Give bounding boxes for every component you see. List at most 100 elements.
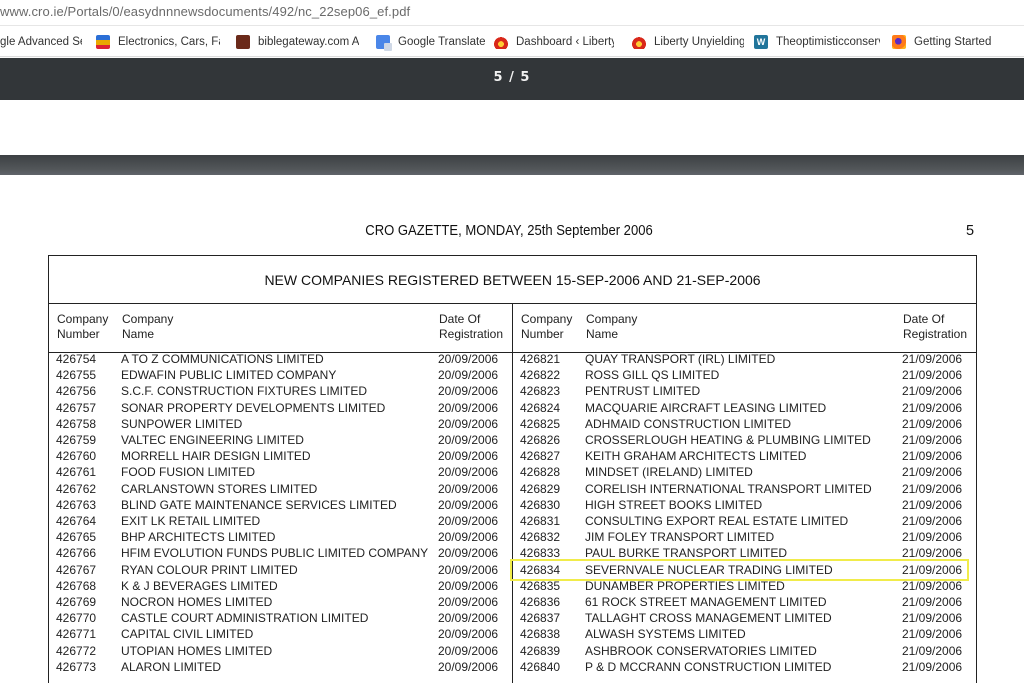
table-row: 426755 EDWAFIN PUBLIC LIMITED COMPANY 20/0… bbox=[56, 368, 511, 384]
company-number: 426836 bbox=[520, 595, 561, 609]
company-name: QUAY TRANSPORT (IRL) LIMITED bbox=[585, 352, 776, 366]
bookmark-liberty-unyielding[interactable]: Liberty Unyielding bbox=[632, 27, 744, 56]
company-name: MORRELL HAIR DESIGN LIMITED bbox=[121, 449, 311, 464]
header-line: Number bbox=[521, 327, 564, 341]
company-name: TALLAGHT CROSS MANAGEMENT LIMITED bbox=[585, 611, 832, 626]
company-date: 21/09/2006 bbox=[902, 497, 963, 512]
company-number: 426832 bbox=[520, 530, 561, 545]
bookmark-label: Electronics, Cars, Fash bbox=[118, 36, 220, 48]
company-name: MINDSET (IRELAND) LIMITED bbox=[585, 465, 753, 480]
company-date: 20/09/2006 bbox=[438, 659, 499, 674]
company-name: CASTLE COURT ADMINISTRATION LIMITED bbox=[121, 611, 369, 626]
wordpress-icon bbox=[754, 35, 768, 49]
company-number: 426755 bbox=[56, 368, 97, 383]
bookmark-label: Liberty Unyielding bbox=[654, 36, 744, 48]
company-number: 426761 bbox=[56, 465, 97, 480]
company-number: 426759 bbox=[56, 433, 97, 447]
company-name: JIM FOLEY TRANSPORT LIMITED bbox=[585, 530, 775, 545]
bookmark-electronics[interactable]: Electronics, Cars, Fash bbox=[96, 27, 220, 56]
company-date: 20/09/2006 bbox=[438, 611, 499, 626]
bookmark-getting-started[interactable]: Getting Started bbox=[892, 27, 1002, 56]
table-row: 426760 MORRELL HAIR DESIGN LIMITED 20/09/2… bbox=[56, 449, 511, 465]
table-row: 426759 VALTEC ENGINEERING LIMITED 20/09/20… bbox=[56, 433, 511, 449]
company-name: SONAR PROPERTY DEVELOPMENTS LIMITED bbox=[121, 400, 386, 415]
company-number: 426829 bbox=[520, 481, 561, 496]
company-date: 20/09/2006 bbox=[438, 368, 499, 383]
header-date: Date Of Registration bbox=[903, 312, 967, 342]
table-row: 426828 MINDSET (IRELAND) LIMITED 21/09/200… bbox=[520, 465, 975, 481]
flame-icon bbox=[494, 35, 508, 49]
url-text[interactable]: www.cro.ie/Portals/0/easydnnnewsdocument… bbox=[0, 4, 410, 19]
company-name: RYAN COLOUR PRINT LIMITED bbox=[121, 562, 298, 577]
company-number: 426756 bbox=[56, 384, 97, 399]
company-number: 426768 bbox=[56, 578, 97, 593]
company-number: 426826 bbox=[520, 433, 561, 447]
company-name: CORELISH INTERNATIONAL TRANSPORT LIMITED bbox=[585, 481, 872, 496]
company-date: 21/09/2006 bbox=[902, 433, 963, 447]
table-row: 426831 CONSULTING EXPORT REAL ESTATE LIMI… bbox=[520, 514, 975, 530]
table-row: 426762 CARLANSTOWN STORES LIMITED 20/09/20… bbox=[56, 482, 511, 498]
table-row: 426764 EXIT LK RETAIL LIMITED 20/09/2006 bbox=[56, 514, 511, 530]
company-name: A TO Z COMMUNICATIONS LIMITED bbox=[121, 352, 324, 366]
bookmark-theoptimisticconservative[interactable]: Theoptimisticconserv bbox=[754, 27, 880, 56]
address-bar[interactable]: www.cro.ie/Portals/0/easydnnnewsdocument… bbox=[0, 0, 1024, 26]
company-number: 426763 bbox=[56, 497, 97, 512]
table-row: 426821 QUAY TRANSPORT (IRL) LIMITED 21/09/… bbox=[520, 352, 975, 368]
company-date: 21/09/2006 bbox=[902, 514, 963, 528]
header-line: Company bbox=[521, 312, 573, 326]
company-name: ADHMAID CONSTRUCTION LIMITED bbox=[585, 416, 792, 431]
pdf-page: CRO GAZETTE, MONDAY, 25th September 2006… bbox=[0, 175, 1024, 683]
company-name: NOCRON HOMES LIMITED bbox=[121, 595, 273, 609]
company-number: 426771 bbox=[56, 627, 97, 642]
company-date: 20/09/2006 bbox=[438, 643, 499, 658]
company-date: 20/09/2006 bbox=[438, 400, 499, 415]
company-number: 426772 bbox=[56, 643, 97, 658]
bookmark-google-advanced-search[interactable]: gle Advanced Se bbox=[0, 27, 82, 56]
table-row: 426767 RYAN COLOUR PRINT LIMITED 20/09/200… bbox=[56, 563, 511, 579]
table-row: 426827 KEITH GRAHAM ARCHITECTS LIMITED 21/… bbox=[520, 449, 975, 465]
column-divider bbox=[512, 304, 513, 683]
table-row: 426826 CROSSERLOUGH HEATING & PLUMBING LI… bbox=[520, 433, 975, 449]
bookmark-biblegateway[interactable]: biblegateway.com A bbox=[236, 27, 360, 56]
company-name: VALTEC ENGINEERING LIMITED bbox=[121, 433, 304, 447]
company-name: UTOPIAN HOMES LIMITED bbox=[121, 643, 273, 658]
company-number: 426765 bbox=[56, 530, 97, 545]
page-indicator[interactable]: 5 / 5 bbox=[0, 70, 1024, 85]
company-date: 20/09/2006 bbox=[438, 497, 499, 512]
company-date: 20/09/2006 bbox=[438, 449, 499, 464]
table-row: 426771 CAPITAL CIVIL LIMITED 20/09/2006 bbox=[56, 627, 511, 643]
table-row: 426757 SONAR PROPERTY DEVELOPMENTS LIMITE… bbox=[56, 401, 511, 417]
company-number: 426762 bbox=[56, 481, 97, 496]
bookmark-google-translate[interactable]: Google Translate bbox=[376, 27, 486, 56]
company-number: 426825 bbox=[520, 416, 561, 431]
company-date: 21/09/2006 bbox=[902, 384, 963, 399]
header-line: Date Of bbox=[903, 312, 945, 326]
company-number: 426839 bbox=[520, 643, 561, 658]
table-row: 426836 61 ROCK STREET MANAGEMENT LIMITED 2… bbox=[520, 595, 975, 611]
company-date: 21/09/2006 bbox=[902, 465, 963, 480]
company-date: 21/09/2006 bbox=[902, 643, 963, 658]
gazette-title: CRO GAZETTE, MONDAY, 25th September 2006 bbox=[365, 223, 653, 239]
company-date: 21/09/2006 bbox=[902, 659, 963, 674]
bookmark-dashboard-liberty[interactable]: Dashboard ‹ Liberty U bbox=[494, 27, 614, 56]
company-date: 21/09/2006 bbox=[902, 449, 963, 464]
company-date: 21/09/2006 bbox=[902, 530, 963, 545]
company-number: 426767 bbox=[56, 562, 97, 577]
company-number: 426827 bbox=[520, 449, 561, 464]
company-name: ROSS GILL QS LIMITED bbox=[585, 368, 720, 383]
company-date: 20/09/2006 bbox=[438, 352, 499, 366]
company-number: 426837 bbox=[520, 611, 561, 626]
company-date: 21/09/2006 bbox=[902, 368, 963, 383]
company-name: HIGH STREET BOOKS LIMITED bbox=[585, 497, 763, 512]
table-title: NEW COMPANIES REGISTERED BETWEEN 15-SEP-… bbox=[49, 256, 976, 304]
header-line: Number bbox=[57, 327, 100, 341]
company-name: PENTRUST LIMITED bbox=[585, 384, 701, 399]
table-row: 426769 NOCRON HOMES LIMITED 20/09/2006 bbox=[56, 595, 511, 611]
company-number: 426838 bbox=[520, 627, 561, 642]
table-row: 426766 HFIM EVOLUTION FUNDS PUBLIC LIMITE… bbox=[56, 546, 511, 562]
company-name: 61 ROCK STREET MANAGEMENT LIMITED bbox=[585, 595, 827, 609]
company-name: ASHBROOK CONSERVATORIES LIMITED bbox=[585, 643, 817, 658]
header-company-number: Company Number bbox=[57, 312, 108, 342]
table-row: 426765 BHP ARCHITECTS LIMITED 20/09/2006 bbox=[56, 530, 511, 546]
table-row: 426822 ROSS GILL QS LIMITED 21/09/2006 bbox=[520, 368, 975, 384]
